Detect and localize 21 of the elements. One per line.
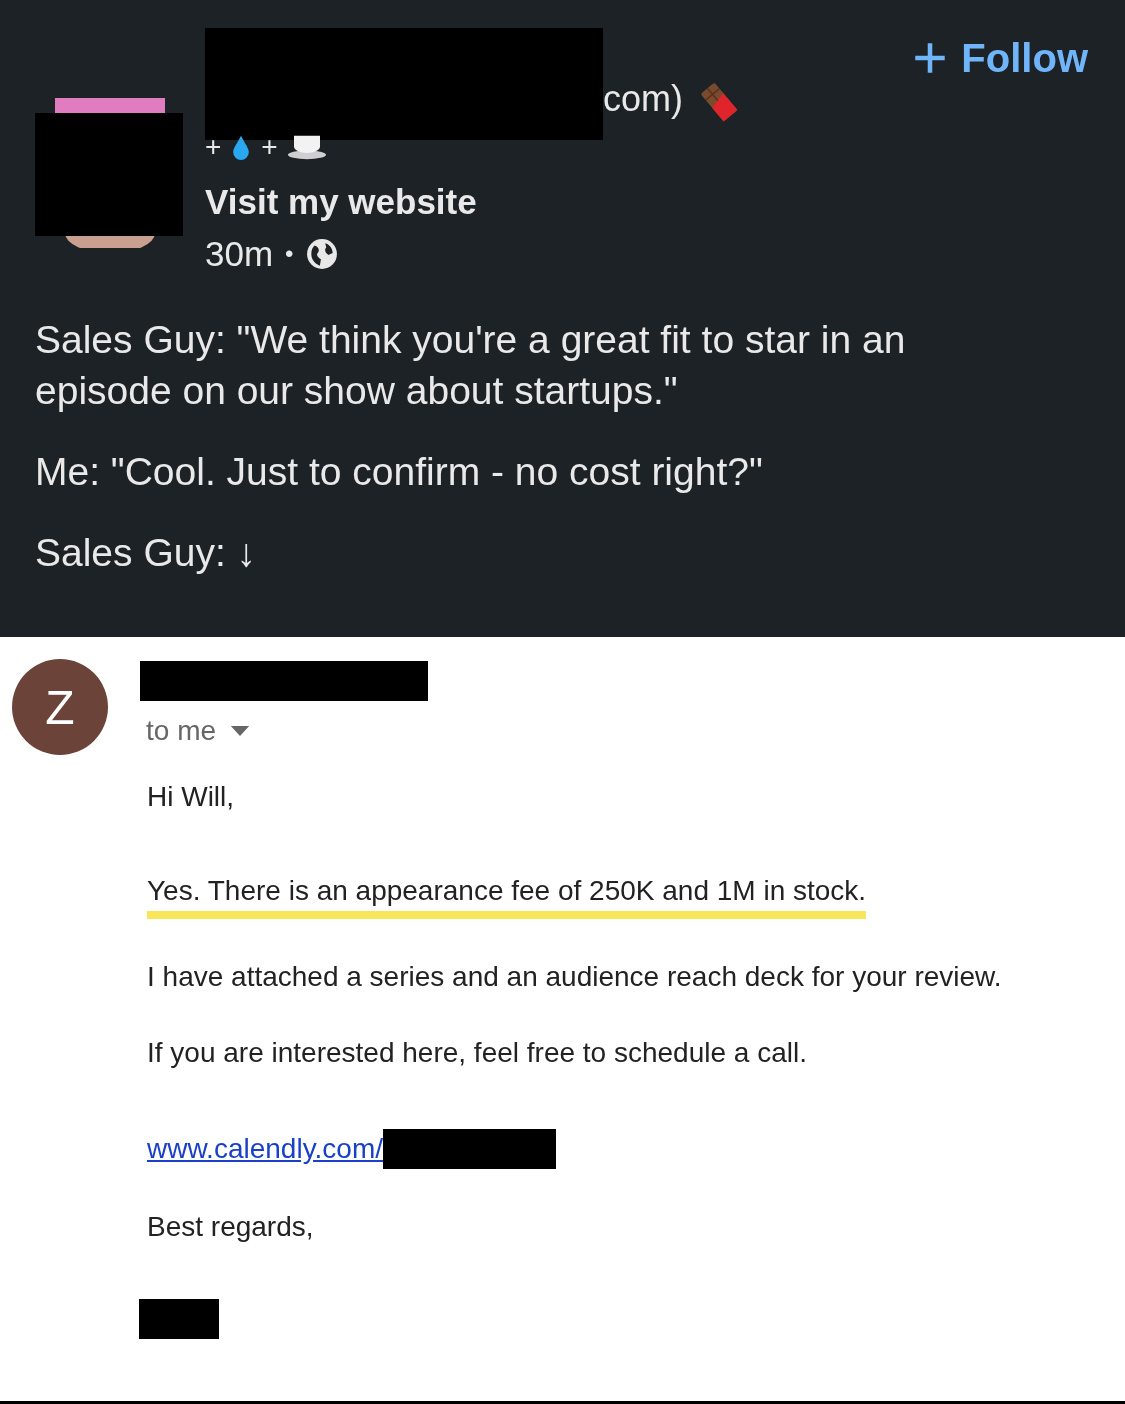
email-paragraph: If you are interested here, feel free to schedule a call.	[147, 1036, 808, 1070]
website-link[interactable]: Visit my website	[205, 182, 914, 222]
follow-button[interactable]: Follow	[913, 34, 1088, 82]
post-time: 30m	[205, 234, 274, 274]
signoff-text: Best regards,	[147, 1210, 315, 1244]
post-paragraph: Sales Guy: ↓	[35, 530, 258, 576]
post-paragraph: Sales Guy: "We think you're a great fit to star in an episode on our show about startups."	[35, 317, 907, 414]
email-paragraph: I have attached a series and an audience reach deck for your review.	[147, 960, 1003, 994]
globe-icon	[305, 238, 338, 270]
email-paragraph: Yes. There is an appearance fee of 250K and 1M in stock.	[147, 873, 867, 919]
headline-text: com)	[603, 78, 683, 121]
tagline-text: +	[205, 134, 222, 160]
greeting-text: Hi Will,	[147, 780, 236, 814]
post-paragraph: Me: "Cool. Just to confirm - no cost right?"	[35, 449, 764, 495]
tagline-text: +	[261, 134, 278, 160]
plus-icon	[913, 41, 948, 75]
recipient-text: to me	[146, 715, 217, 747]
caret-icon[interactable]	[230, 725, 251, 737]
sender-avatar: Z	[12, 659, 108, 755]
separator-dot: •	[285, 240, 294, 268]
calendly-link[interactable]: www.calendly.com/	[147, 1131, 383, 1167]
